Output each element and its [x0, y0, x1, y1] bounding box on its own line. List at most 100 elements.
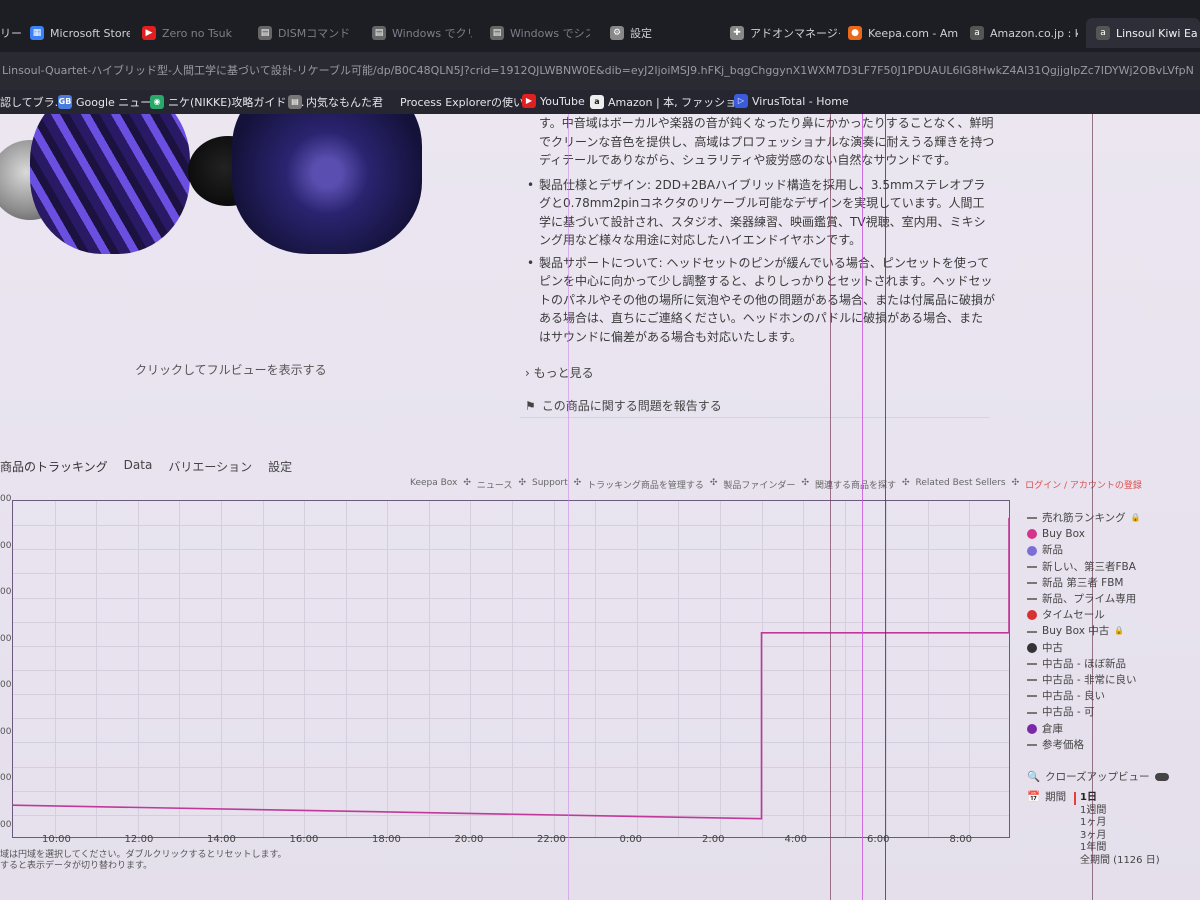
legend-item[interactable]: 売れ筋ランキング 🔒 [1027, 510, 1141, 526]
legend-label: 新品 [1042, 544, 1063, 557]
x-tick-label: 18:00 [372, 834, 401, 845]
legend-item[interactable]: タイムセール [1027, 607, 1141, 623]
browser-tab[interactable]: ▦ Microsoft Store [30, 18, 130, 48]
bookmark-item[interactable]: Process Explorerの使い... [400, 94, 535, 110]
legend-item[interactable]: 中古品 - 可 [1027, 704, 1141, 720]
bookmark-item[interactable]: 認してブラ... [0, 94, 65, 110]
legend-item[interactable]: 中古品 - ほぼ新品 [1027, 656, 1141, 672]
lock-icon: 🔒 [1114, 626, 1125, 636]
screen-artifact-line [885, 114, 886, 900]
tab-label: リー [0, 27, 22, 40]
feature-bullet: 製品仕様とデザイン: 2DD+2BAハイブリッド構造を採用し、3.5mmステレオ… [525, 176, 995, 250]
sparkle-icon: ✣ [463, 478, 471, 488]
see-more-link[interactable]: › もっと見る [525, 364, 594, 381]
product-image[interactable] [0, 114, 520, 284]
browser-tab[interactable]: ⚙ 設定 [610, 18, 710, 48]
x-tick-label: 10:00 [42, 834, 71, 845]
legend-label: 中古品 - 良い [1042, 690, 1105, 703]
legend-item[interactable]: Buy Box 中古 🔒 [1027, 623, 1141, 639]
chart-legend: 売れ筋ランキング 🔒 Buy Box 新品新しい、第三者FBA 新品 第三者 FBM 新品… [1027, 510, 1141, 753]
amazon-icon: a [1096, 26, 1110, 40]
x-tick-label: 14:00 [207, 834, 236, 845]
tab-data[interactable]: Data [124, 458, 153, 475]
price-chart[interactable] [12, 500, 1010, 838]
y-tick-label: 00 [0, 494, 12, 504]
keepa-nav-link[interactable]: 製品ファインダー [723, 478, 795, 491]
legend-dash-icon [1027, 695, 1037, 698]
browser-tab[interactable]: ▤ Windows でシステ [490, 18, 590, 48]
bookmark-label: Amazon | 本, ファッショ... [608, 96, 747, 109]
bookmark-item[interactable]: ◉ ニケ(NIKKE)攻略ガイド -... [150, 94, 304, 110]
bookmark-item[interactable]: GB Google ニュース [58, 94, 162, 110]
bookmark-item[interactable]: a Amazon | 本, ファッショ... [590, 94, 747, 110]
page-icon: ▤ [490, 26, 504, 40]
x-tick-label: 16:00 [289, 834, 319, 845]
legend-item[interactable]: 新品、プライム専用 [1027, 591, 1141, 607]
keepa-nav-link[interactable]: Related Best Sellers [916, 478, 1006, 491]
browser-tab[interactable]: ✚ アドオンマネージャー [730, 18, 840, 48]
legend-item[interactable]: 中古 [1027, 640, 1141, 656]
bookmark-item[interactable]: ▷ VirusTotal - Home [734, 94, 849, 108]
legend-dot-icon [1027, 529, 1037, 540]
amazon-icon: a [970, 26, 984, 40]
bookmark-item[interactable]: ▶ YouTube [522, 94, 585, 108]
browser-tab[interactable]: a Amazon.co.jp : ki [970, 18, 1078, 48]
google-news-icon: GB [58, 95, 72, 109]
browser-tab[interactable]: ▶ Zero no Tsuk [142, 18, 242, 48]
legend-item[interactable]: 中古品 - 良い [1027, 688, 1141, 704]
legend-item[interactable]: Buy Box [1027, 526, 1141, 542]
chart-hint-line: すると表示データが切り替わります。 [0, 861, 153, 871]
legend-label: 新品 第三者 FBM [1042, 576, 1124, 589]
url-bar[interactable]: Linsoul-Quartet-ハイブリッド型-人間工学に基づいて設計-リケーブ… [0, 52, 1200, 90]
tab-label: Windows でクリー [392, 27, 472, 40]
legend-label: 中古品 - ほぼ新品 [1042, 657, 1126, 670]
page-icon: ▤ [372, 26, 386, 40]
legend-item[interactable]: 参考価格 [1027, 737, 1141, 753]
browser-tab[interactable]: ▤ Windows でクリー [372, 18, 472, 48]
y-tick-label: 00 [0, 680, 12, 690]
tab-settings[interactable]: 設定 [268, 458, 292, 475]
browser-tab[interactable]: ● Keepa.com - Ama [848, 18, 958, 48]
page-content: クリックしてフルビューを表示する す。中音域はボーカルや楽器の音が鈍くなったり鼻… [0, 114, 1200, 900]
keepa-nav-link[interactable]: ニュース [477, 478, 513, 491]
login-link[interactable]: ログイン / アカウントの登録 [1025, 478, 1142, 491]
legend-label: Buy Box [1042, 528, 1085, 541]
bookmark-item[interactable]: ▤ 内気なもんた君 [288, 94, 383, 110]
x-tick-label: 8:00 [949, 834, 972, 845]
tab-variations[interactable]: バリエーション [168, 458, 252, 475]
view-full-image-link[interactable]: クリックしてフルビューを表示する [135, 361, 327, 378]
toggle-icon[interactable] [1154, 773, 1169, 781]
legend-label: 新しい、第三者FBA [1042, 560, 1136, 573]
legend-label: 中古品 - 非常に良い [1042, 674, 1137, 687]
browser-tab[interactable]: ▤ DISMコマンド [258, 18, 358, 48]
legend-item[interactable]: 新品 [1027, 542, 1141, 558]
keepa-nav-link[interactable]: 関連する商品を探す [815, 478, 896, 491]
legend-label: 参考価格 [1042, 738, 1084, 751]
legend-dot-icon [1027, 610, 1037, 621]
legend-dash-icon [1027, 517, 1037, 520]
legend-item[interactable]: 新品 第三者 FBM [1027, 575, 1141, 591]
calendar-icon: 📅 [1027, 791, 1041, 803]
legend-item[interactable]: 新しい、第三者FBA [1027, 559, 1141, 575]
description-text: す。中音域はボーカルや楽器の音が鈍くなったり鼻にかかったりすることなく、鮮明でク… [539, 116, 995, 167]
tab-product-tracking[interactable]: 商品のトラッキング [0, 458, 108, 475]
price-series-line [13, 517, 1010, 820]
closeup-toggle[interactable]: 🔍 クローズアップビュー [1027, 770, 1169, 784]
browser-tab[interactable]: a Linsoul Kiwi Ea [1086, 18, 1200, 48]
period-option[interactable]: 1日 [1074, 792, 1160, 805]
ms-store-icon: ▦ [30, 26, 44, 40]
x-tick-label: 12:00 [124, 834, 154, 845]
bookmarks-bar: 認してブラ... GB Google ニュース ◉ ニケ(NIKKE)攻略ガイド -..… [0, 90, 1200, 114]
x-tick-label: 6:00 [867, 834, 890, 845]
keepa-nav-link[interactable]: トラッキング商品を管理する [587, 478, 704, 491]
report-issue-link[interactable]: ⚑ この商品に関する問題を報告する [525, 397, 722, 414]
keepa-nav-link[interactable]: Keepa Box [410, 478, 457, 491]
browser-tab[interactable]: リー [0, 18, 28, 48]
gear-icon: ⚙ [610, 26, 624, 40]
legend-item[interactable]: 倉庫 [1027, 721, 1141, 737]
chart-hint: 域は円域を選択してください。ダブルクリックするとリセットします。 すると表示デー… [0, 850, 287, 872]
legend-item[interactable]: 中古品 - 非常に良い [1027, 672, 1141, 688]
legend-dash-icon [1027, 630, 1037, 633]
keepa-nav-link[interactable]: Support [532, 478, 568, 491]
search-icon: 🔍 [1027, 771, 1041, 783]
